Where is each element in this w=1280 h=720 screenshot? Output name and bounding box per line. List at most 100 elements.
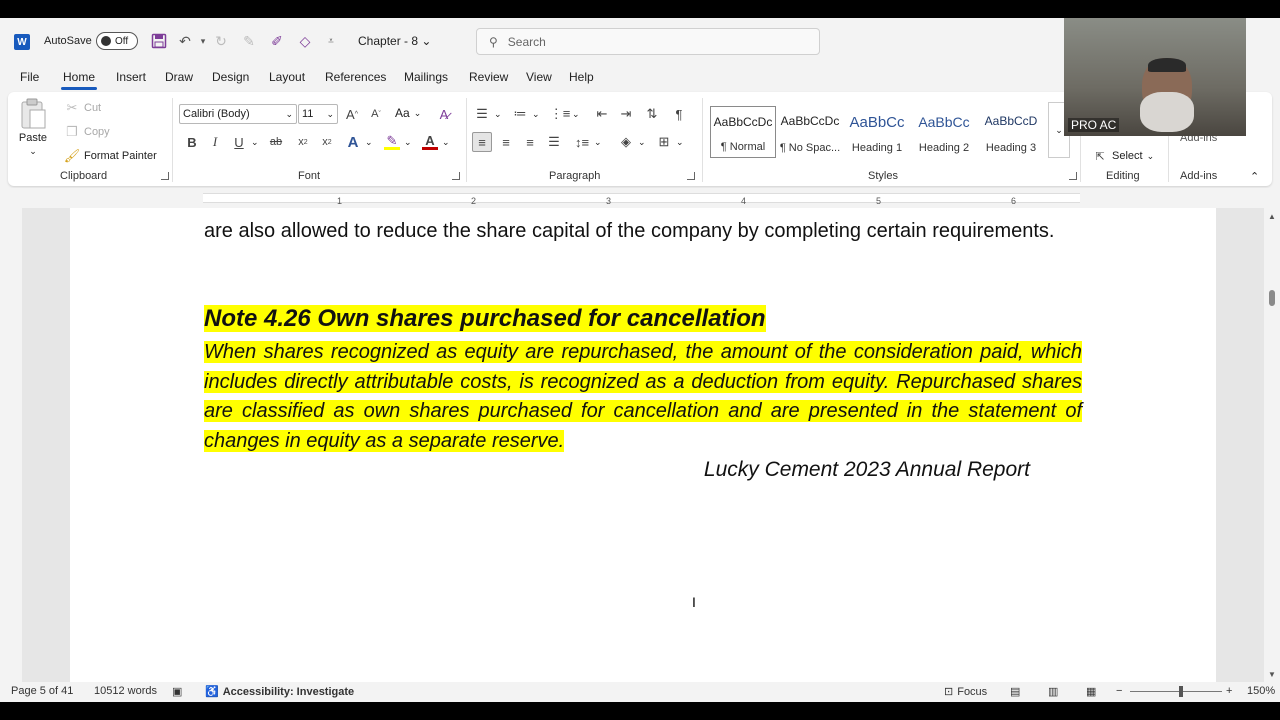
ruler-number: 1 [337,196,343,206]
tab-insert[interactable]: Insert [116,70,146,84]
note-body[interactable]: When shares recognized as equity are rep… [204,338,1082,456]
proofing-icon[interactable]: ▣ [172,685,182,698]
zoom-slider[interactable] [1130,691,1222,692]
format-painter-button[interactable]: 🖌 Format Painter [64,148,157,164]
save-icon[interactable] [150,32,168,50]
show-marks-button[interactable]: ¶ [671,106,687,122]
undo-dropdown-icon[interactable]: ▾ [194,32,212,50]
chevron-down-icon: ⌄ [676,136,684,147]
style-name: Heading 3 [985,142,1037,154]
tab-file[interactable]: File [20,70,39,84]
style-no-spacing[interactable]: AaBbCcDc ¶ No Spac... [777,106,843,158]
copy-icon: ❐ [66,124,78,139]
line-spacing-button[interactable]: ↕≡ ⌄ [574,134,602,150]
italic-button[interactable]: I [207,134,223,150]
style-name: Heading 2 [918,142,970,154]
borders-button[interactable]: ⊞ ⌄ [656,134,684,150]
collapse-ribbon-button[interactable]: ⌃ [1250,170,1259,183]
autosave-toggle[interactable]: Off [96,32,138,50]
tab-mailings[interactable]: Mailings [404,70,448,84]
note-heading[interactable]: Note 4.26 Own shares purchased for cance… [204,304,1082,334]
tab-home[interactable]: Home [60,70,98,90]
page-count[interactable]: Page 5 of 41 [11,685,73,697]
underline-button[interactable]: U ⌄ [231,134,258,150]
align-left-icon: ≡ [478,134,486,150]
scroll-thumb[interactable] [1269,290,1275,306]
pen-icon[interactable]: ✎ [240,32,258,50]
zoom-slider-thumb[interactable] [1179,686,1183,697]
justify-button[interactable]: ☰ [546,134,562,150]
read-mode-icon[interactable]: ▤ [1010,685,1020,698]
font-family-select[interactable]: Calibri (Body) ⌄ [179,104,297,124]
source-citation[interactable]: Lucky Cement 2023 Annual Report [204,455,1082,485]
redo-icon[interactable]: ↻ [212,32,230,50]
styles-launcher-icon[interactable] [1069,172,1077,180]
tab-references[interactable]: References [325,70,386,84]
highlight-button[interactable]: ✎ ⌄ [384,133,412,150]
subscript-button[interactable]: x2 [295,134,311,150]
document-page[interactable]: are also allowed to reduce the share cap… [70,208,1216,684]
zoom-out-icon[interactable]: − [1116,685,1122,697]
tab-review[interactable]: Review [469,70,508,84]
scroll-up-icon[interactable]: ▲ [1268,212,1276,221]
tab-design[interactable]: Design [212,70,249,84]
scroll-down-icon[interactable]: ▼ [1268,670,1276,679]
paste-button[interactable]: Paste ⌄ [18,98,48,157]
style-heading-2[interactable]: AaBbCc Heading 2 [911,106,977,158]
clipboard-launcher-icon[interactable] [161,172,169,180]
draw-icon[interactable]: ✐ [268,32,286,50]
shading-button[interactable]: ◈ ⌄ [618,134,646,150]
style-heading-3[interactable]: AaBbCcD Heading 3 [978,106,1044,158]
text-effects-button[interactable]: A ⌄ [345,134,373,151]
undo-icon[interactable]: ↶ [176,32,194,50]
style-heading-1[interactable]: AaBbCc Heading 1 [844,106,910,158]
bold-button[interactable]: B [184,134,200,150]
cut-button[interactable]: ✂ Cut [64,100,102,116]
horizontal-ruler[interactable]: 1 2 3 4 5 6 [0,188,1280,208]
paragraph[interactable]: are also allowed to reduce the share cap… [204,216,1082,246]
word-count[interactable]: 10512 words [94,685,157,697]
align-right-button[interactable]: ≡ [522,134,538,150]
web-layout-icon[interactable]: ▦ [1086,685,1096,698]
select-button[interactable]: ⇱ Select ⌄ [1092,148,1154,164]
grow-font-button[interactable]: A ^ [344,106,360,122]
increase-indent-button[interactable]: ⇥ [618,106,634,122]
vertical-scrollbar[interactable]: ▲ ▼ [1264,208,1280,684]
print-layout-icon[interactable]: ▥ [1048,685,1058,698]
align-center-button[interactable]: ≡ [498,134,514,150]
decrease-indent-button[interactable]: ⇤ [594,106,610,122]
ruler-number: 2 [471,196,477,206]
zoom-in-icon[interactable]: + [1226,685,1232,697]
style-normal[interactable]: AaBbCcDc ¶ Normal [710,106,776,158]
document-canvas[interactable]: are also allowed to reduce the share cap… [22,208,1264,684]
clear-formatting-button[interactable]: A̷ [436,106,452,122]
multilevel-list-button[interactable]: ⋮≡ ⌄ [550,106,580,122]
tab-help[interactable]: Help [569,70,594,84]
bullets-button[interactable]: ☰ ⌄ [474,106,501,122]
font-size-select[interactable]: 11 ⌄ [298,104,338,124]
customize-qat-icon[interactable]: ⩡ [322,32,340,50]
superscript-button[interactable]: x2 [319,134,335,150]
shrink-font-button[interactable]: Aˇ [368,106,384,122]
tab-draw[interactable]: Draw [165,70,193,84]
document-title[interactable]: Chapter - 8 ⌄ [358,34,431,48]
zoom-level[interactable]: 150% [1247,685,1275,697]
numbering-button[interactable]: ≔ ⌄ [512,106,540,122]
word-icon[interactable]: W [14,34,30,50]
strikethrough-button[interactable]: ab [268,134,284,150]
tab-layout[interactable]: Layout [269,70,305,84]
tab-view[interactable]: View [526,70,552,84]
search-box[interactable]: ⚲ Search [476,28,820,55]
font-launcher-icon[interactable] [452,172,460,180]
font-color-button[interactable]: A ⌄ [422,133,450,150]
editing-group-label: Editing [1106,170,1140,182]
copy-button[interactable]: ❐ Copy [64,124,110,140]
sort-button[interactable]: ⇅ [644,106,660,122]
change-case-button[interactable]: Aa ⌄ [395,106,421,120]
align-left-button[interactable]: ≡ [472,132,492,152]
accessibility-button[interactable]: ♿ Accessibility: Investigate [205,685,354,699]
focus-button[interactable]: ⊡ Focus [944,685,987,699]
highlighter-icon: ✎ [384,133,400,150]
paragraph-launcher-icon[interactable] [687,172,695,180]
eraser-icon[interactable]: ◇ [296,32,314,50]
